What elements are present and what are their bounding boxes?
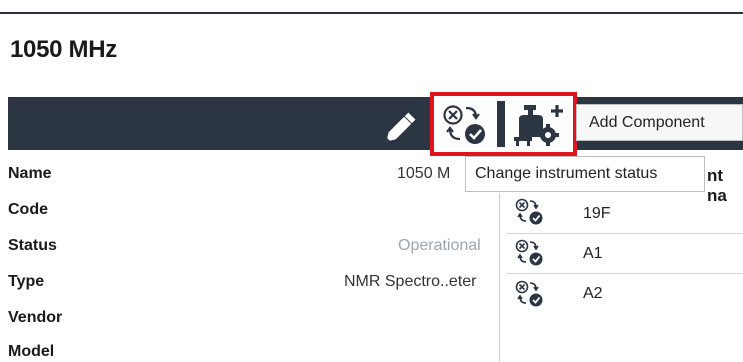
pencil-icon[interactable] [382,108,422,144]
change-status-icon[interactable] [512,197,546,227]
add-component-icon [514,105,563,146]
panel-divider [499,193,500,362]
add-component-button[interactable]: Add Component [576,104,743,141]
top-divider [0,12,743,14]
property-label-type: Type [8,273,45,290]
property-value-name: 1050 M [397,165,451,182]
change-status-icon[interactable] [512,238,546,268]
change-status-icon [443,105,485,144]
component-name[interactable]: A1 [583,245,603,263]
components-column-header: nt na [707,166,727,205]
change-status-icon[interactable] [512,279,546,309]
property-label-code: Code [8,201,48,218]
component-name[interactable]: 19F [583,205,611,223]
change-status-button[interactable] [438,102,492,146]
property-label-name: Name [8,165,52,182]
property-label-status: Status [8,237,57,254]
property-label-model: Model [8,343,55,360]
change-status-tooltip: Change instrument status [465,156,705,192]
property-value-type: NMR Spectro..eter [344,273,477,290]
property-label-vendor: Vendor [8,309,63,326]
add-component-icon-button[interactable] [510,101,570,147]
property-value-status: Operational [398,237,481,254]
page-title: 1050 MHz [10,36,117,63]
component-name[interactable]: A2 [583,285,603,303]
row-divider [506,273,743,274]
row-divider [506,233,743,234]
toolbar-separator [497,101,505,147]
